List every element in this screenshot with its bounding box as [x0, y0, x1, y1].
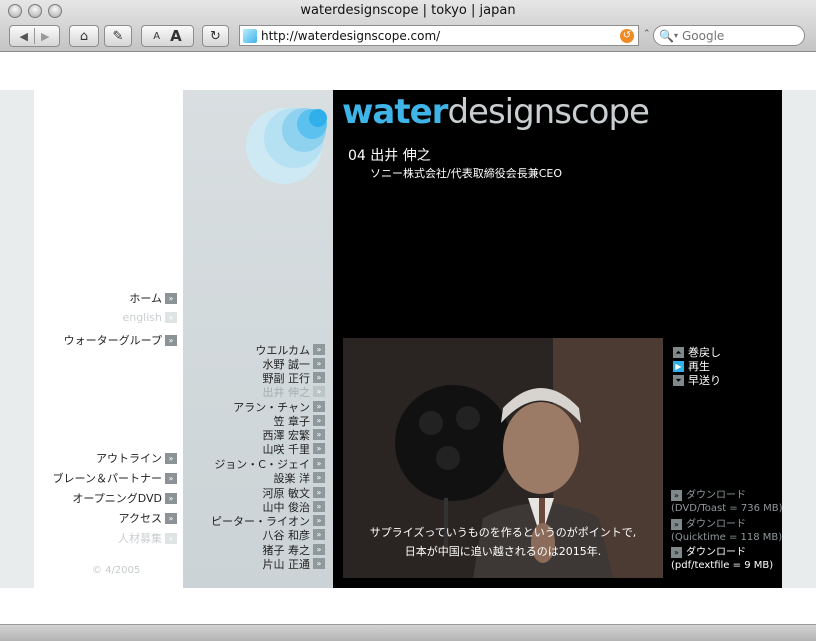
double-chevron-right-icon: » [313, 443, 325, 454]
nav-item-english[interactable]: english» [122, 311, 177, 324]
nav-label: オープニングDVD [72, 492, 162, 505]
speaker-label: 出井 伸之 [262, 385, 311, 399]
forward-button[interactable]: ⏷ 早送り [673, 372, 721, 388]
subtitle-line-1: サプライズっていうものを作るというのがポイントで, [369, 526, 637, 539]
nav-item-recruit[interactable]: 人材募集» [118, 530, 177, 546]
speaker-label: 山咲 千里 [262, 442, 311, 456]
window-bottom-bar [0, 624, 816, 641]
speaker-name: 04 出井 伸之 [348, 148, 431, 164]
address-dropdown-icon[interactable]: ⌃ [643, 29, 651, 39]
speaker-item[interactable]: 西澤 宏繁» [263, 428, 325, 442]
double-chevron-right-icon: » [165, 312, 177, 323]
speaker-item[interactable]: ピーター・ライオン» [211, 514, 325, 528]
speaker-label: 八谷 和彦 [262, 528, 311, 542]
nav-label: アクセス [118, 512, 162, 525]
double-chevron-right-icon: » [313, 358, 325, 369]
double-chevron-right-icon: » [313, 472, 325, 483]
nav-item-opening-dvd[interactable]: オープニングDVD» [72, 490, 177, 506]
speaker-item[interactable]: 八谷 和彦» [262, 528, 325, 542]
fast-forward-icon: ⏷ [673, 374, 684, 386]
double-chevron-right-icon: » [313, 386, 325, 397]
search-input[interactable] [681, 28, 792, 43]
search-icon[interactable]: 🔍 [659, 29, 674, 43]
double-chevron-right-icon: » [313, 415, 325, 426]
back-arrow-icon[interactable]: ◀ [20, 30, 28, 43]
download-pdf-link[interactable]: » ダウンロード (pdf/textfile = 9 MB) [671, 546, 773, 572]
download-label: ダウンロード [686, 519, 746, 530]
download-quicktime-link[interactable]: » ダウンロード (Quicktime = 118 MB) [671, 518, 782, 544]
nav-item-outline[interactable]: アウトライン» [96, 450, 177, 466]
double-chevron-right-icon: » [313, 458, 325, 469]
double-chevron-right-icon: » [165, 334, 177, 346]
download-detail: (DVD/Toast = 736 MB) [671, 503, 783, 514]
search-field[interactable]: 🔍 ▾ [653, 25, 805, 46]
double-chevron-right-icon: » [313, 529, 325, 540]
double-chevron-right-icon: » [165, 532, 177, 544]
double-chevron-right-icon: » [313, 515, 325, 526]
download-label: ダウンロード [686, 490, 746, 501]
speaker-item[interactable]: ジョン・C・ジェイ» [214, 457, 325, 471]
speaker-item[interactable]: アラン・チャン» [233, 400, 325, 414]
double-chevron-right-icon: » [165, 492, 177, 504]
nav-label: 人材募集 [118, 532, 162, 545]
download-dvd-link[interactable]: » ダウンロード (DVD/Toast = 736 MB) [671, 489, 783, 515]
double-chevron-right-icon: » [671, 519, 682, 530]
nav-label: ホーム [129, 292, 162, 305]
snapback-icon[interactable]: ↺ [620, 28, 634, 43]
speaker-item[interactable]: 設楽 洋» [273, 471, 325, 485]
close-window-button[interactable] [8, 4, 22, 18]
copyright: © 4/2005 [92, 565, 141, 576]
double-chevron-right-icon: » [165, 292, 177, 304]
download-label: ダウンロード [686, 547, 746, 558]
left-nav: ホーム» english» ウォーターグループ» アウトライン» ブレーン＆パー… [34, 0, 177, 641]
speaker-label: 設楽 洋 [273, 471, 311, 485]
nav-item-access[interactable]: アクセス» [119, 510, 177, 526]
double-chevron-right-icon: » [165, 512, 177, 524]
nav-item-brain-partner[interactable]: ブレーン＆パートナー» [53, 470, 177, 486]
double-chevron-right-icon: » [313, 501, 325, 512]
speaker-item[interactable]: 河原 敏文» [263, 486, 325, 500]
double-chevron-right-icon: » [165, 452, 177, 464]
speaker-item[interactable]: 山咲 千里» [262, 442, 325, 456]
speaker-item[interactable]: 笠 章子» [274, 414, 325, 428]
speaker-item[interactable]: 水野 誠一» [263, 357, 325, 371]
video-frame [343, 338, 663, 578]
nav-label: ウォーターグループ [63, 334, 162, 347]
logo-water-text: water [342, 92, 448, 132]
nav-label: english [122, 311, 162, 324]
double-chevron-right-icon: » [165, 472, 177, 484]
double-chevron-right-icon: » [313, 372, 325, 383]
forward-label: 早送り [688, 374, 721, 387]
site-logo[interactable]: waterdesignscope [342, 92, 650, 132]
video-player[interactable]: サプライズっていうものを作るというのがポイントで, 日本が中国に追い越されるのは… [343, 338, 663, 578]
nav-label: アウトライン [96, 452, 162, 465]
speaker-item[interactable]: 野副 正行» [263, 371, 325, 385]
speaker-list: ウエルカム» 水野 誠一» 野副 正行» 出井 伸之» アラン・チャン» 笠 章… [183, 0, 333, 641]
speaker-item[interactable]: 猪子 寿之» [263, 543, 325, 557]
nav-item-home[interactable]: ホーム» [129, 290, 177, 306]
double-chevron-right-icon: » [671, 490, 682, 501]
double-chevron-right-icon: » [313, 487, 325, 498]
nav-item-water-group[interactable]: ウォーターグループ» [64, 332, 177, 348]
speaker-item[interactable]: 片山 正通» [262, 557, 325, 571]
play-icon: ▶ [673, 360, 684, 372]
speaker-item-current[interactable]: 出井 伸之» [262, 385, 325, 399]
double-chevron-right-icon: » [313, 344, 325, 355]
speaker-title: ソニー株式会社/代表取締役会長兼CEO [370, 167, 562, 180]
speaker-item[interactable]: 山中 俊治» [263, 500, 325, 514]
nav-label: ブレーン＆パートナー [52, 472, 162, 485]
double-chevron-right-icon: » [313, 429, 325, 440]
speaker-item[interactable]: ウエルカム» [255, 343, 325, 357]
rewind-icon: ⏶ [673, 346, 684, 358]
double-chevron-right-icon: » [313, 401, 325, 412]
download-detail: (pdf/textfile = 9 MB) [671, 560, 774, 571]
subtitle-line-2: 日本が中国に追い越されるのは2015年. [404, 545, 602, 558]
double-chevron-right-icon: » [313, 558, 325, 569]
speaker-label: 片山 正通 [262, 557, 311, 571]
logo-designscope-text: designscope [447, 92, 649, 132]
double-chevron-right-icon: » [313, 544, 325, 555]
double-chevron-right-icon: » [671, 547, 682, 558]
download-detail: (Quicktime = 118 MB) [671, 532, 783, 543]
chevron-down-icon[interactable]: ▾ [674, 31, 678, 40]
